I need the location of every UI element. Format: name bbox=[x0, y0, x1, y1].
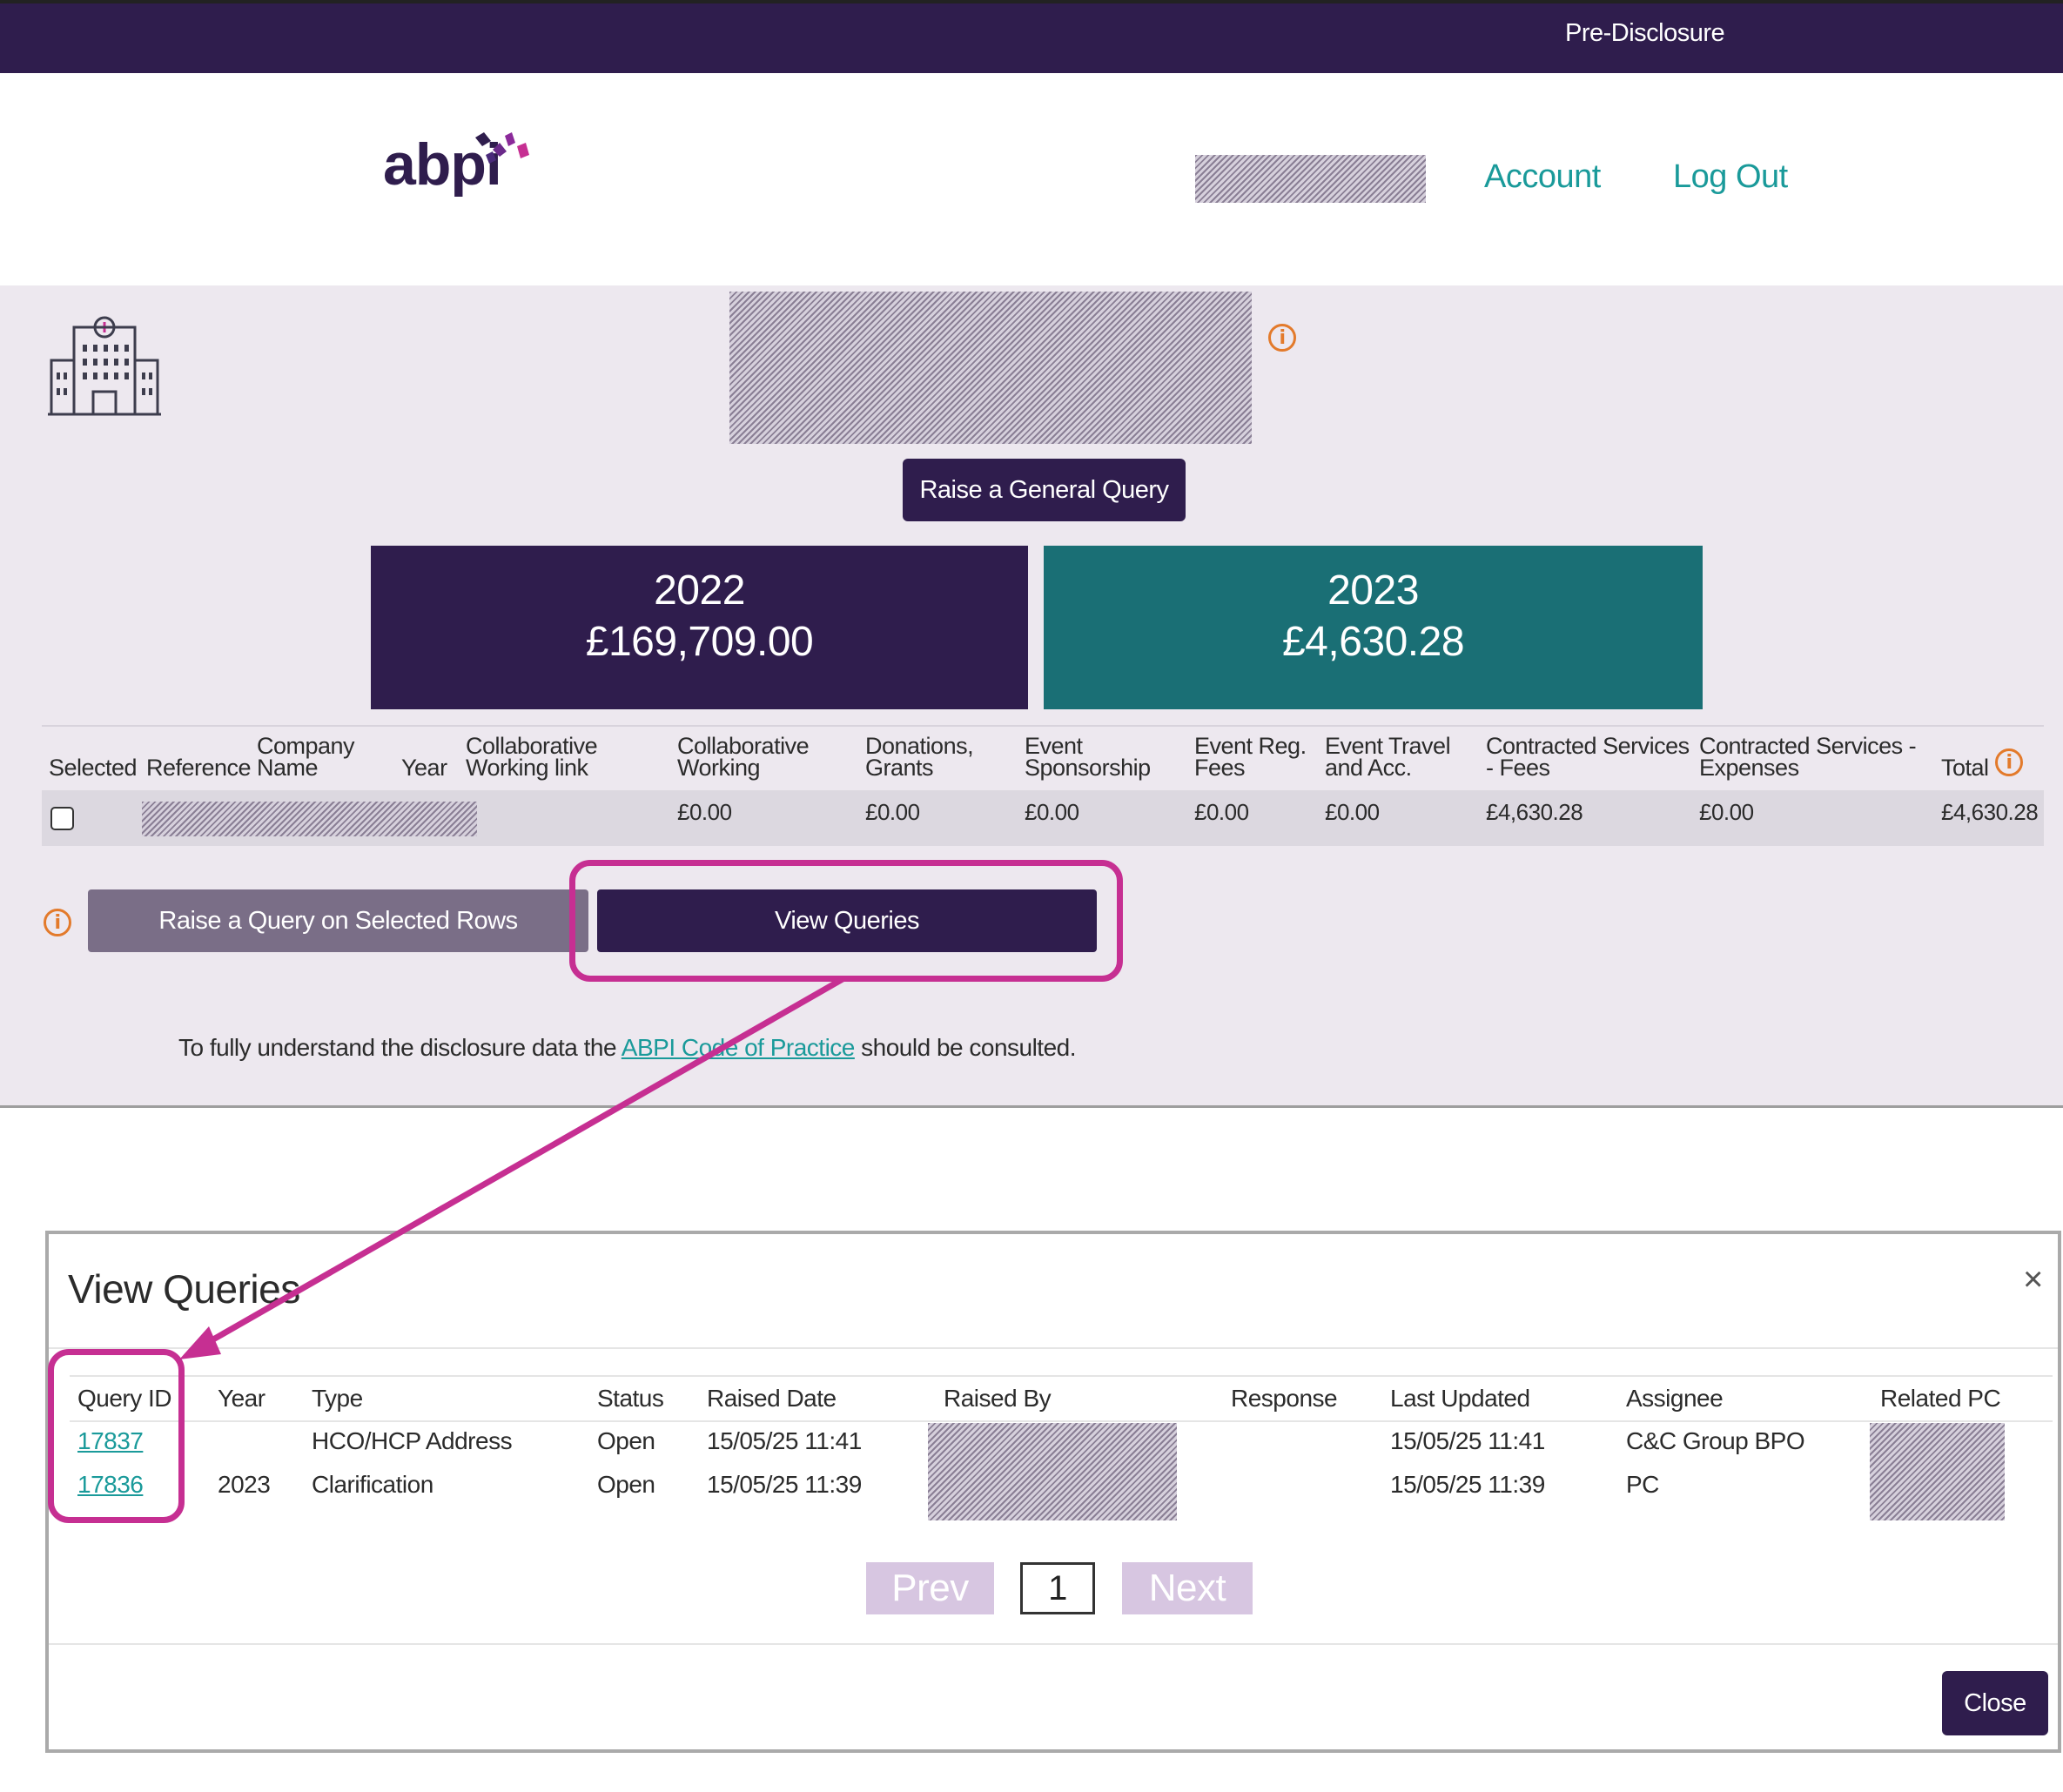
annotation-arrow bbox=[179, 976, 844, 1359]
